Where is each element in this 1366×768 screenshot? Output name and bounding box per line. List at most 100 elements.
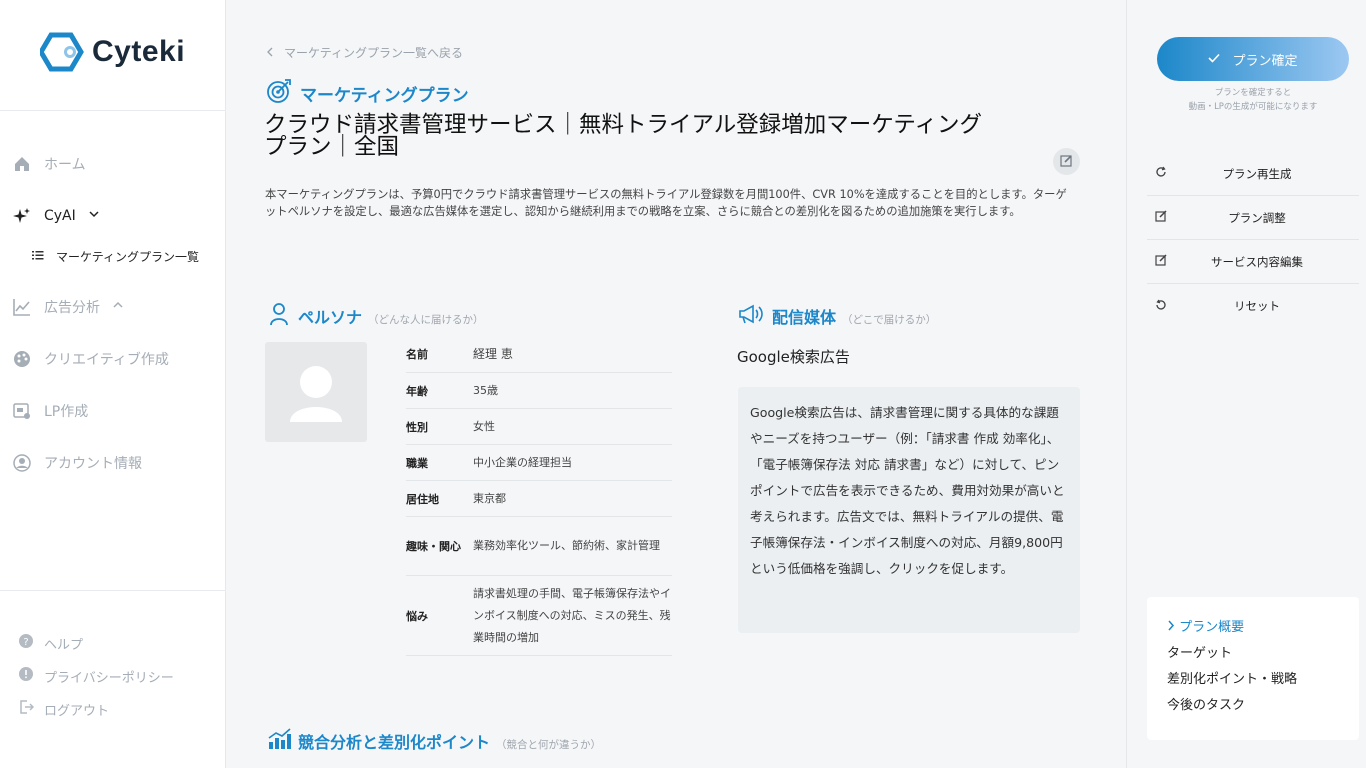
back-link[interactable]: マーケティングプラン一覧へ戻る [266, 44, 463, 61]
plan-description: 本マーケティングプランは、予算0円でクラウド請求書管理サービスの無料トライアル登… [265, 188, 1067, 218]
action-label: プラン調整 [1228, 210, 1286, 225]
sparkle-icon [12, 206, 32, 226]
confirm-plan-label: プラン確定 [1232, 53, 1298, 69]
growth-chart-icon [268, 728, 292, 754]
plan-tag: マーケティングプラン [266, 78, 469, 109]
chevron-right-icon [1167, 620, 1179, 635]
reset-button[interactable]: リセット [1147, 284, 1359, 328]
persona-key: 職業 [406, 456, 428, 470]
palette-icon [12, 349, 32, 369]
sidebar-item-label: LP作成 [44, 404, 89, 420]
sidebar-item-account[interactable]: アカウント情報 [12, 451, 142, 475]
confirm-plan-button[interactable]: プラン確定 [1157, 37, 1349, 81]
check-icon [1208, 52, 1221, 67]
sidebar-item-ad-analysis[interactable]: 広告分析 [12, 295, 124, 319]
logout-icon [18, 699, 35, 719]
table-of-contents: プラン概要 ターゲット 差別化ポイント・戦略 今後のタスク [1147, 597, 1359, 740]
sidebar: Cyteki ホーム CyAI マーケティングプラン一覧 広告分析 クリエイティ… [0, 0, 226, 768]
persona-value: 東京都 [473, 491, 506, 505]
persona-key: 趣味・関心 [406, 540, 461, 553]
chevron-left-icon [266, 46, 274, 60]
persona-key: 性別 [406, 420, 428, 434]
sidebar-item-cyai[interactable]: CyAI [12, 204, 100, 228]
persona-value: 請求書処理の手間、電子帳簿保存法やインボイス制度への対応、ミスの発生、残業時間の… [473, 586, 671, 644]
page-title: クラウド請求書管理サービス｜無料トライアル登録増加マーケティング プラン｜全国 [264, 114, 1044, 160]
persona-key: 年齢 [406, 384, 428, 398]
sidebar-item-label: アカウント情報 [44, 456, 142, 472]
media-heading: 配信媒体 （どこで届けるか） [772, 304, 936, 328]
footer-link-label: プライバシーポリシー [44, 670, 174, 686]
persona-value: 中小企業の経理担当 [473, 455, 572, 469]
confirm-note-line1: プランを確定すると [1214, 88, 1292, 98]
sidebar-item-lp[interactable]: LP作成 [12, 399, 88, 423]
logo[interactable]: Cyteki [40, 32, 185, 72]
action-label: リセット [1234, 299, 1280, 313]
web-page-icon [12, 401, 32, 421]
persona-value: 35歳 [473, 383, 498, 397]
table-row: 年齢 35歳 [406, 373, 672, 409]
persona-avatar [265, 342, 367, 442]
competitor-title: 競合分析と差別化ポイント [298, 733, 491, 752]
persona-key: 居住地 [406, 492, 439, 506]
edit-icon [1147, 210, 1175, 225]
confirm-note-line2: 動画・LPの生成が可能になります [1188, 102, 1318, 112]
avatar-placeholder-icon [290, 366, 342, 422]
edit-service-button[interactable]: サービス内容編集 [1147, 240, 1359, 284]
back-link-label: マーケティングプラン一覧へ戻る [284, 46, 464, 60]
toc-label: 今後のタスク [1167, 698, 1246, 713]
refresh-icon [1147, 166, 1175, 181]
sidebar-footer-logout[interactable]: ログアウト [18, 699, 109, 719]
sidebar-footer-help[interactable]: ? ヘルプ [18, 633, 83, 653]
persona-value: 女性 [473, 419, 495, 433]
toc-item-target[interactable]: ターゲット [1167, 643, 1339, 669]
toc-item-strategy[interactable]: 差別化ポイント・戦略 [1167, 669, 1339, 695]
toc-item-tasks[interactable]: 今後のタスク [1167, 695, 1339, 721]
persona-table: 名前 経理 恵 年齢 35歳 性別 女性 職業 中小企業の経理担当 居住地 東京… [406, 336, 672, 656]
sidebar-item-home[interactable]: ホーム [12, 152, 86, 176]
target-icon [266, 78, 292, 109]
info-icon [18, 666, 34, 686]
persona-subtitle: （どんな人に届けるか） [368, 314, 484, 326]
chevron-up-icon [112, 299, 124, 315]
persona-value: 業務効率化ツール、節約術、家計管理 [473, 539, 660, 552]
sidebar-item-label: ホーム [44, 157, 86, 173]
persona-key: 名前 [406, 348, 428, 361]
help-icon: ? [18, 633, 34, 653]
divider [0, 590, 226, 591]
media-subtitle: （どこで届けるか） [842, 314, 937, 326]
persona-heading: ペルソナ （どんな人に届けるか） [298, 304, 484, 328]
competitor-heading: 競合分析と差別化ポイント （競合と何が違うか） [298, 729, 601, 753]
sidebar-footer-privacy[interactable]: プライバシーポリシー [18, 666, 174, 686]
table-row: 職業 中小企業の経理担当 [406, 445, 672, 481]
cyteki-logo-icon [40, 32, 84, 72]
account-icon [12, 453, 32, 473]
sidebar-item-creative[interactable]: クリエイティブ作成 [12, 347, 169, 371]
media-description: Google検索広告は、請求書管理に関する具体的な課題やニーズを持つユーザー（例… [738, 387, 1080, 633]
plan-tag-label: マーケティングプラン [300, 86, 469, 106]
right-panel: プラン確定 プランを確定すると 動画・LPの生成が可能になります プラン再生成 … [1126, 0, 1366, 768]
confirm-note: プランを確定すると 動画・LPの生成が可能になります [1147, 86, 1359, 114]
edit-title-button[interactable] [1053, 148, 1080, 175]
person-icon [269, 302, 289, 330]
sidebar-item-label: CyAI [44, 208, 76, 224]
page-title-line2: プラン｜全国 [264, 134, 400, 160]
regenerate-plan-button[interactable]: プラン再生成 [1147, 152, 1359, 196]
sidebar-subitem-label: マーケティングプラン一覧 [56, 249, 200, 264]
media-title: 配信媒体 [772, 308, 837, 327]
toc-label: ターゲット [1167, 646, 1233, 661]
list-icon [32, 249, 44, 264]
footer-link-label: ログアウト [44, 703, 110, 719]
edit-icon [1147, 254, 1175, 269]
sidebar-item-label: クリエイティブ作成 [44, 352, 169, 368]
toc-item-overview[interactable]: プラン概要 [1167, 617, 1339, 643]
svg-text:?: ? [23, 637, 28, 648]
line-chart-icon [12, 297, 32, 317]
sidebar-subitem-marketing-list[interactable]: マーケティングプラン一覧 [32, 246, 199, 266]
chevron-down-icon [88, 208, 100, 224]
toc-label: 差別化ポイント・戦略 [1167, 672, 1298, 687]
media-name: Google検索広告 [737, 348, 850, 366]
reset-icon [1147, 299, 1175, 314]
sidebar-item-label: 広告分析 [44, 300, 100, 316]
persona-key: 悩み [406, 609, 428, 623]
adjust-plan-button[interactable]: プラン調整 [1147, 196, 1359, 240]
